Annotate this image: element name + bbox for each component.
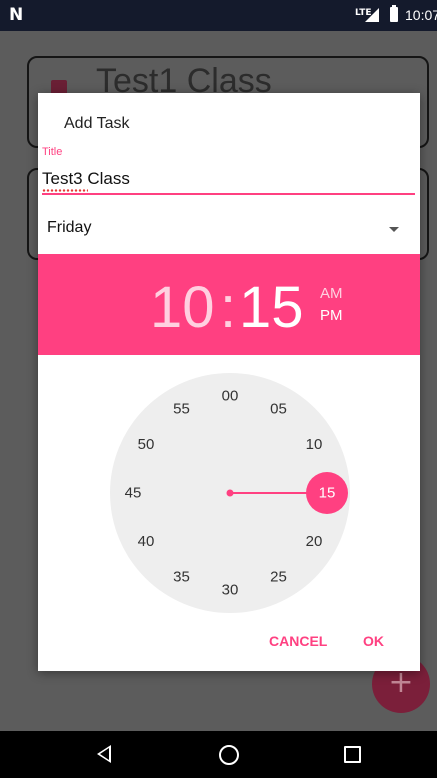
day-select[interactable]: Friday [38,211,420,249]
navigation-bar [0,731,437,778]
dialog-title: Add Task [64,115,130,132]
notification-icon: N [9,5,24,25]
clock-minute-label[interactable]: 05 [270,400,287,417]
time-separator: : [220,275,237,340]
hour-display[interactable]: 10 [150,276,215,340]
clock-minute-label[interactable]: 30 [222,582,239,599]
title-field-label: Title [42,146,63,158]
clock-minute-label[interactable]: 00 [222,388,239,405]
minute-clock-face[interactable]: 00 05 10 15 20 25 30 35 40 45 50 55 [110,373,350,613]
clock-minute-label[interactable]: 20 [306,533,323,550]
day-select-value: Friday [47,219,92,236]
clock-minute-label[interactable]: 15 [319,485,336,502]
am-toggle[interactable]: AM [320,285,343,302]
battery-icon [390,5,398,22]
clock-minute-label[interactable]: 50 [138,436,155,453]
dropdown-arrow-icon [389,227,399,232]
clock-minute-label[interactable]: 40 [138,533,155,550]
minute-display[interactable]: 15 [239,276,304,340]
spellcheck-underline [42,189,88,192]
title-input[interactable] [42,165,415,195]
dialog-actions: CANCEL OK [38,623,420,663]
status-time: 10:07 [405,7,437,23]
cancel-button[interactable]: CANCEL [269,633,327,649]
home-icon[interactable] [219,745,239,765]
recent-apps-icon[interactable] [344,746,361,763]
back-icon[interactable] [97,745,111,763]
clock-minute-label[interactable]: 45 [125,485,142,502]
time-header: 10 : 15 AM PM [38,254,420,355]
add-task-dialog: Add Task Title Friday 10 : 15 AM PM 00 05… [38,93,420,671]
clock-minute-label[interactable]: 25 [270,569,287,586]
ok-button[interactable]: OK [363,633,384,649]
pm-toggle[interactable]: PM [320,307,343,324]
clock-center-dot [226,489,234,497]
clock-minute-label[interactable]: 10 [306,436,323,453]
signal-icon [365,8,379,22]
status-bar: N LTE 10:07 [0,0,437,31]
clock-minute-label[interactable]: 55 [173,400,190,417]
clock-minute-label[interactable]: 35 [173,569,190,586]
